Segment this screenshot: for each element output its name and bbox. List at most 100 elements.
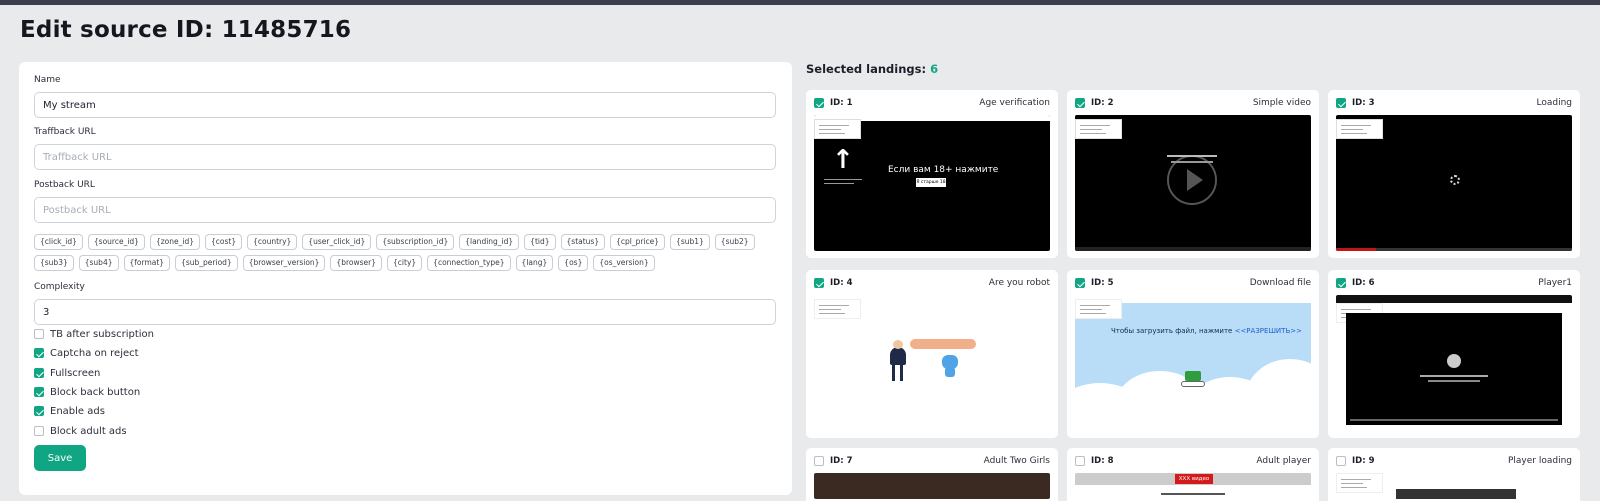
macro-tag[interactable]: {sub2} xyxy=(714,234,755,250)
option-tb-after-subscription[interactable]: TB after subscription xyxy=(34,326,154,342)
landing-card[interactable]: ID: 5 Download file Чтобы загрузить файл… xyxy=(1067,270,1319,438)
macro-tag[interactable]: {format} xyxy=(123,255,171,271)
download-icon xyxy=(1185,371,1201,381)
landing-name: Adult player xyxy=(1256,456,1311,466)
macro-tag[interactable]: {user_click_id} xyxy=(302,234,372,250)
checkbox[interactable] xyxy=(34,426,44,436)
complexity-label: Complexity xyxy=(34,282,85,292)
checkbox[interactable] xyxy=(34,368,44,378)
checkbox[interactable] xyxy=(34,348,44,358)
macro-tag[interactable]: {zone_id} xyxy=(149,234,200,250)
landing-checkbox[interactable] xyxy=(1075,456,1085,466)
preview-loading xyxy=(1336,115,1572,251)
option-fullscreen[interactable]: Fullscreen xyxy=(34,365,100,381)
checkbox[interactable] xyxy=(34,329,44,339)
macro-tag[interactable]: {click_id} xyxy=(34,234,83,250)
macro-tag[interactable]: {tid} xyxy=(524,234,556,250)
macro-tag[interactable]: {sub_period} xyxy=(175,255,238,271)
option-label: TB after subscription xyxy=(50,328,154,340)
landing-card[interactable]: ID: 4 Are you robot xyxy=(806,270,1058,438)
macro-tag[interactable]: {lang} xyxy=(515,255,554,271)
up-arrow-icon: ↑ xyxy=(832,145,854,175)
postback-url-label: Postback URL xyxy=(34,180,95,190)
option-block-back-button[interactable]: Block back button xyxy=(34,384,140,400)
option-label: Captcha on reject xyxy=(50,347,139,359)
traffback-url-label: Traffback URL xyxy=(34,127,96,137)
preview-age-verification: ↑ Если вам 18+ нажмите Я старше 18 xyxy=(814,115,1050,251)
option-block-adult-ads[interactable]: Block adult ads xyxy=(34,423,127,439)
landing-name: Age verification xyxy=(979,98,1050,108)
macro-tag[interactable]: {connection_type} xyxy=(427,255,511,271)
landing-name: Download file xyxy=(1249,278,1311,288)
landing-id: ID: 6 xyxy=(1352,278,1375,288)
macro-tag[interactable]: {landing_id} xyxy=(459,234,520,250)
landing-card[interactable]: ID: 1 Age verification ↑ Если вам 18+ на… xyxy=(806,90,1058,258)
landing-name: Adult Two Girls xyxy=(983,456,1050,466)
preview-player-loading xyxy=(1336,473,1572,499)
macro-tag[interactable]: {browser} xyxy=(330,255,383,271)
checkbox[interactable] xyxy=(34,406,44,416)
preview-download-file: Чтобы загрузить файл, нажмите <<РАЗРЕШИТ… xyxy=(1075,295,1311,431)
landing-card[interactable]: ID: 9 Player loading xyxy=(1328,448,1580,501)
preview-text: Если вам 18+ нажмите xyxy=(888,165,999,175)
option-enable-ads[interactable]: Enable ads xyxy=(34,403,105,419)
landing-id: ID: 9 xyxy=(1352,456,1375,466)
landing-checkbox[interactable] xyxy=(1075,98,1085,108)
landing-name: Simple video xyxy=(1252,98,1311,108)
option-label: Fullscreen xyxy=(50,367,101,379)
macro-tag[interactable]: {cost} xyxy=(204,234,243,250)
macro-tag[interactable]: {subscription_id} xyxy=(376,234,455,250)
macro-tag[interactable]: {sub1} xyxy=(670,234,710,250)
landing-name: Are you robot xyxy=(988,278,1050,288)
macro-tag[interactable]: {sub3} xyxy=(34,255,74,271)
landing-name: Player1 xyxy=(1538,278,1572,288)
preview-player1 xyxy=(1336,295,1572,431)
landing-id: ID: 1 xyxy=(830,98,853,108)
landing-card[interactable]: ID: 6 Player1 xyxy=(1328,270,1580,438)
macro-tag[interactable]: {cpl_price} xyxy=(610,234,666,250)
landing-checkbox[interactable] xyxy=(1336,456,1346,466)
landing-checkbox[interactable] xyxy=(1336,98,1346,108)
traffback-url-input[interactable] xyxy=(34,144,776,170)
preview-adult-two-girls xyxy=(814,473,1050,499)
landing-checkbox[interactable] xyxy=(814,278,824,288)
option-label: Block back button xyxy=(50,386,141,398)
selected-landings-heading: Selected landings: 6 xyxy=(806,62,938,76)
postback-macros: {click_id} {source_id} {zone_id} {cost} {cou… xyxy=(34,234,779,271)
macro-tag[interactable]: {country} xyxy=(247,234,298,250)
macro-tag[interactable]: {browser_version} xyxy=(242,255,326,271)
landing-name: Player loading xyxy=(1507,456,1572,466)
landing-checkbox[interactable] xyxy=(814,98,824,108)
landing-id: ID: 3 xyxy=(1352,98,1375,108)
checkbox[interactable] xyxy=(34,387,44,397)
option-label: Enable ads xyxy=(50,405,105,417)
landing-card[interactable]: ID: 2 Simple video xyxy=(1067,90,1319,258)
landing-checkbox[interactable] xyxy=(1336,278,1346,288)
selected-landings-label: Selected landings: xyxy=(806,62,927,76)
landing-card[interactable]: ID: 8 Adult player XXX видео xyxy=(1067,448,1319,501)
macro-tag[interactable]: {sub4} xyxy=(78,255,119,271)
macro-tag[interactable]: {city} xyxy=(387,255,423,271)
macro-tag[interactable]: {os_version} xyxy=(593,255,655,271)
option-captcha-on-reject[interactable]: Captcha on reject xyxy=(34,345,139,361)
source-form: Name Traffback URL Postback URL {click_i… xyxy=(19,62,792,495)
macro-tag[interactable]: {status} xyxy=(560,234,606,250)
man-figure xyxy=(890,347,906,365)
save-button[interactable]: Save xyxy=(34,445,86,471)
play-icon xyxy=(1187,169,1203,191)
landing-checkbox[interactable] xyxy=(814,456,824,466)
macro-tag[interactable]: {source_id} xyxy=(87,234,145,250)
complexity-input[interactable] xyxy=(34,299,776,325)
speech-bubble xyxy=(910,339,976,349)
preview-are-you-robot xyxy=(814,295,1050,431)
landing-name: Loading xyxy=(1536,98,1572,108)
name-input[interactable] xyxy=(34,92,776,118)
top-bar xyxy=(0,0,1600,5)
landing-id: ID: 2 xyxy=(1091,98,1114,108)
macro-tag[interactable]: {os} xyxy=(558,255,589,271)
postback-url-input[interactable] xyxy=(34,197,776,223)
landing-checkbox[interactable] xyxy=(1075,278,1085,288)
landing-card[interactable]: ID: 3 Loading xyxy=(1328,90,1580,258)
landing-id: ID: 4 xyxy=(830,278,853,288)
landing-card[interactable]: ID: 7 Adult Two Girls xyxy=(806,448,1058,501)
